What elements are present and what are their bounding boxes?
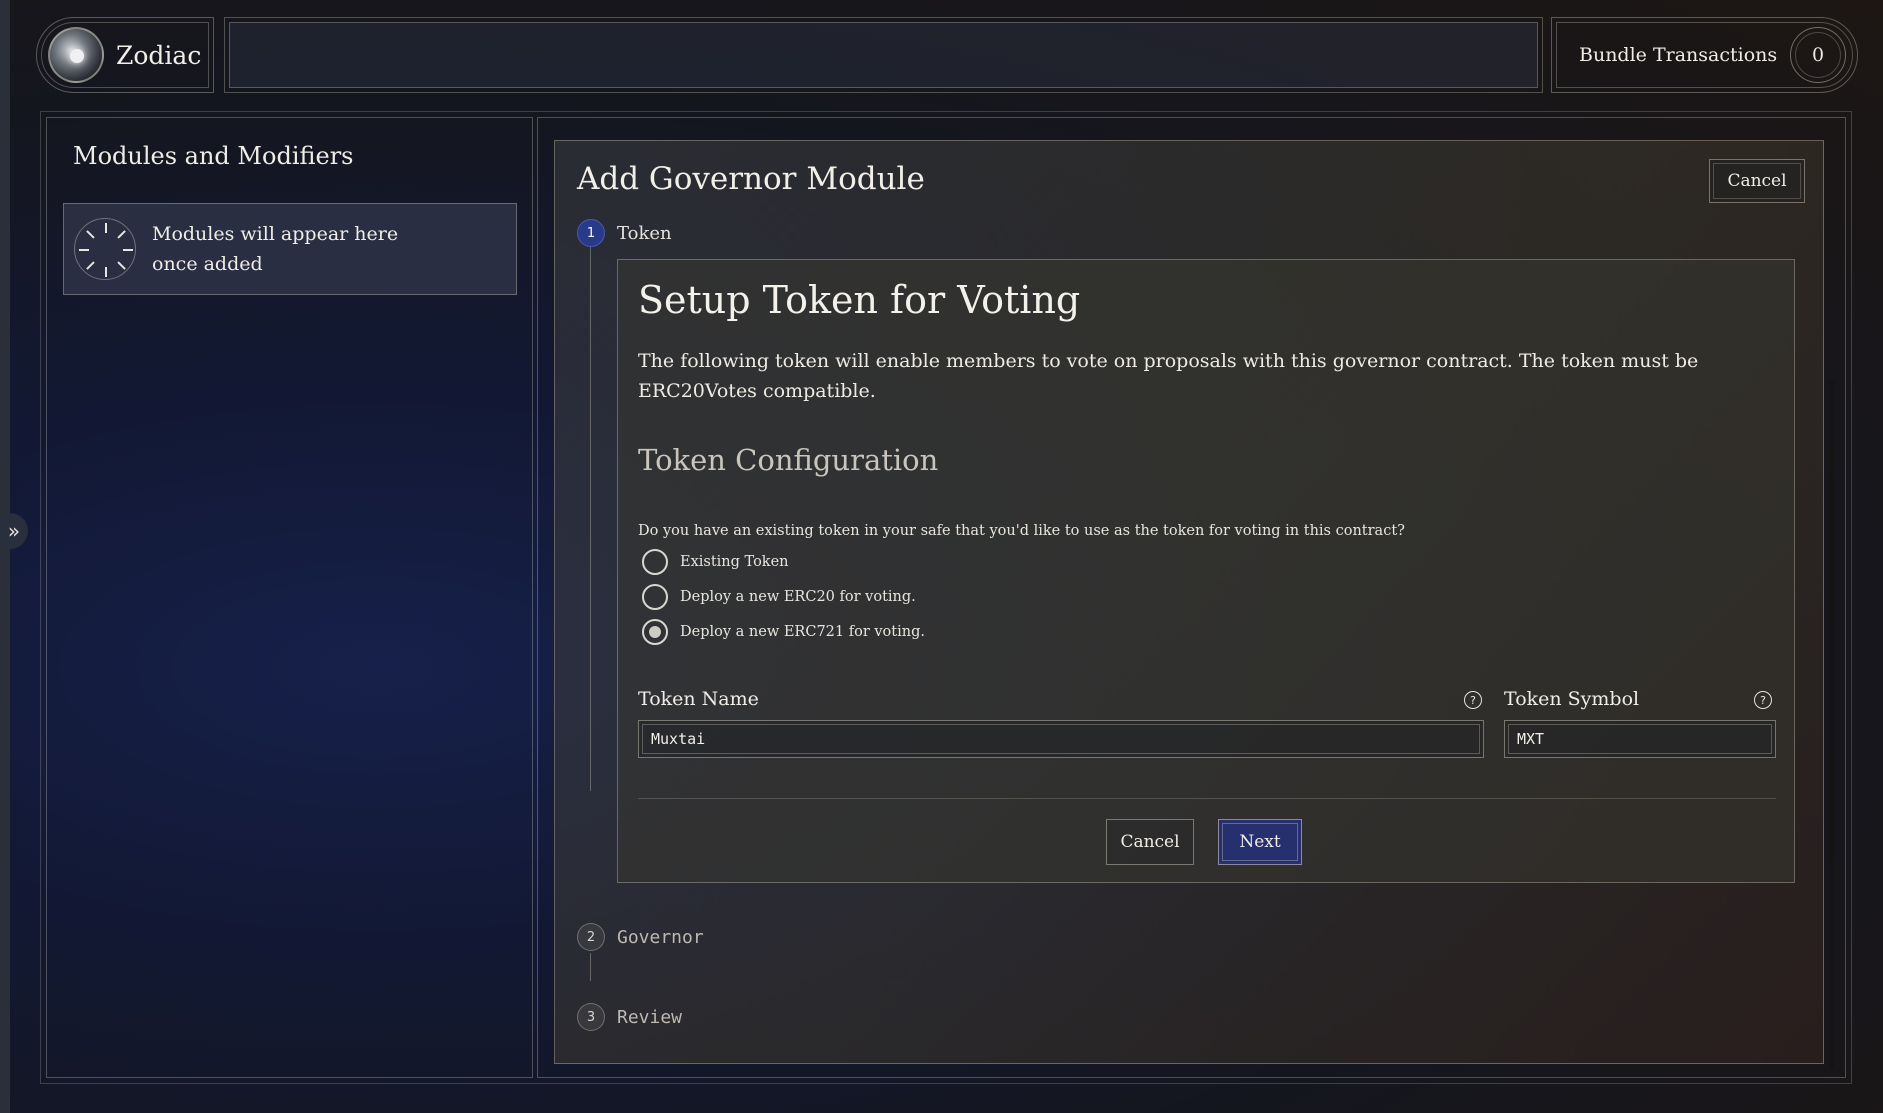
token-config-title: Token Configuration bbox=[638, 443, 939, 477]
loading-spinner-icon bbox=[74, 218, 136, 280]
left-edge-strip bbox=[0, 0, 10, 1113]
token-setup-title: Setup Token for Voting bbox=[638, 278, 1081, 322]
module-cancel-button[interactable]: Cancel bbox=[1709, 159, 1805, 203]
step-connector bbox=[590, 953, 591, 981]
step-number: 2 bbox=[577, 923, 605, 951]
empty-modules-card: Modules will appear here once added bbox=[63, 203, 517, 295]
bundle-count-badge: 0 bbox=[1790, 27, 1846, 83]
expand-sidebar-icon[interactable]: » bbox=[0, 513, 28, 549]
step-label: Governor bbox=[617, 926, 704, 948]
token-name-label: Token Name bbox=[638, 688, 759, 710]
app-name: Zodiac bbox=[116, 40, 202, 70]
radio-label: Deploy a new ERC721 for voting. bbox=[680, 624, 925, 640]
step-number: 1 bbox=[577, 219, 605, 247]
token-symbol-input[interactable]: MXT bbox=[1504, 720, 1776, 758]
radio-deploy-erc721[interactable]: Deploy a new ERC721 for voting. bbox=[642, 619, 925, 645]
step-label: Review bbox=[617, 1006, 683, 1028]
token-symbol-help-icon[interactable]: ? bbox=[1754, 691, 1772, 709]
token-next-button[interactable]: Next bbox=[1218, 819, 1302, 865]
scrollbar[interactable] bbox=[1829, 380, 1835, 1070]
header-bar bbox=[224, 17, 1543, 93]
token-question: Do you have an existing token in your sa… bbox=[638, 523, 1405, 539]
token-symbol-label: Token Symbol bbox=[1504, 688, 1640, 710]
step-token[interactable]: 1 Token bbox=[577, 219, 672, 247]
spinner-tick bbox=[86, 261, 95, 270]
radio-label: Deploy a new ERC20 for voting. bbox=[680, 589, 916, 605]
radio-deploy-erc20[interactable]: Deploy a new ERC20 for voting. bbox=[642, 584, 916, 610]
token-name-value: Muxtai bbox=[642, 724, 1480, 754]
bundle-transactions-label: Bundle Transactions bbox=[1579, 44, 1778, 66]
step-label: Token bbox=[617, 222, 672, 244]
radio-label: Existing Token bbox=[680, 554, 789, 570]
modules-panel: Modules and Modifiers Modules will appea… bbox=[46, 117, 533, 1078]
spinner-tick bbox=[117, 261, 126, 270]
step-connector bbox=[590, 247, 591, 791]
zodiac-logo-icon bbox=[48, 27, 104, 83]
module-title: Add Governor Module bbox=[577, 161, 925, 197]
step-governor[interactable]: 2 Governor bbox=[577, 923, 704, 951]
token-setup-description: The following token will enable members … bbox=[638, 350, 1699, 402]
spinner-tick bbox=[79, 249, 89, 251]
empty-modules-text: Modules will appear here once added bbox=[152, 223, 399, 275]
spinner-tick bbox=[105, 267, 107, 277]
token-name-help-icon[interactable]: ? bbox=[1464, 691, 1482, 709]
radio-button[interactable] bbox=[642, 549, 668, 575]
token-cancel-button[interactable]: Cancel bbox=[1106, 819, 1194, 865]
form-divider bbox=[638, 798, 1776, 799]
spinner-tick bbox=[123, 249, 133, 251]
add-governor-module-card: Add Governor Module Cancel 1 Token Setup… bbox=[554, 140, 1824, 1064]
step-number: 3 bbox=[577, 1003, 605, 1031]
module-setup-panel: Add Governor Module Cancel 1 Token Setup… bbox=[537, 117, 1846, 1078]
modules-panel-title: Modules and Modifiers bbox=[73, 142, 354, 170]
step-review[interactable]: 3 Review bbox=[577, 1003, 682, 1031]
spinner-tick bbox=[117, 230, 126, 239]
radio-button-selected[interactable] bbox=[642, 619, 668, 645]
token-name-input[interactable]: Muxtai bbox=[638, 720, 1484, 758]
token-setup-card: Setup Token for Voting The following tok… bbox=[617, 259, 1795, 883]
token-symbol-value: MXT bbox=[1508, 724, 1772, 754]
app-brand[interactable]: Zodiac bbox=[36, 17, 214, 93]
bundle-transactions-button[interactable]: Bundle Transactions 0 bbox=[1551, 17, 1858, 93]
radio-button[interactable] bbox=[642, 584, 668, 610]
spinner-tick bbox=[105, 223, 107, 233]
spinner-tick bbox=[86, 230, 95, 239]
radio-existing-token[interactable]: Existing Token bbox=[642, 549, 789, 575]
